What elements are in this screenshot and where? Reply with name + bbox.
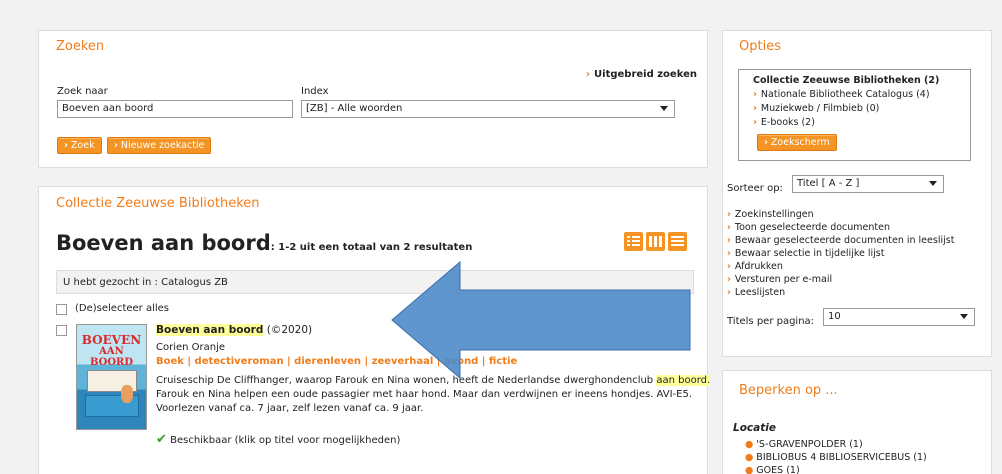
chevron-down-icon: [929, 181, 937, 186]
list-view-icon[interactable]: [624, 232, 643, 251]
book-cover[interactable]: BOEVEN AAN BOORD: [76, 324, 147, 430]
chevron-right-icon: ›: [114, 140, 118, 151]
result-title-link[interactable]: Boeven aan boord: [156, 324, 264, 336]
collections-box: Collectie Zeeuwse Bibliotheken (2) › Nati…: [738, 69, 971, 161]
select-all-checkbox[interactable]: [56, 304, 67, 315]
search-title: Zoeken: [56, 39, 105, 54]
location-heading: Locatie: [733, 422, 776, 434]
option-link[interactable]: › Leeslijsten: [727, 287, 785, 298]
search-screen-button[interactable]: › Zoekscherm: [757, 134, 837, 151]
source-link[interactable]: › Muziekweb / Filmbieb (0): [753, 103, 879, 114]
sort-label: Sorteer op:: [727, 183, 783, 194]
searched-in-bar: U hebt gezocht in : Catalogus ZB: [56, 270, 694, 294]
chevron-right-icon: ›: [727, 274, 731, 285]
limit-title: Beperken op ...: [739, 383, 838, 398]
chevron-right-icon: ›: [727, 248, 731, 259]
search-panel: Zoeken › Uitgebreid zoeken Zoek naar Boev…: [38, 30, 708, 168]
checkmark-icon: ✔: [156, 432, 167, 447]
option-link[interactable]: › Zoekinstellingen: [727, 209, 814, 220]
new-search-button[interactable]: › Nieuwe zoekactie: [107, 137, 212, 154]
options-title: Opties: [739, 39, 781, 54]
chevron-right-icon: ›: [764, 137, 768, 148]
search-button[interactable]: › Zoek: [57, 137, 102, 154]
chevron-right-icon: ›: [727, 287, 731, 298]
option-link[interactable]: › Afdrukken: [727, 261, 783, 272]
cover-title-2: AAN BOORD: [89, 346, 134, 368]
index-select[interactable]: [ZB] - Alle woorden: [301, 100, 675, 118]
bullet-icon: ●: [745, 465, 754, 474]
index-label: Index: [301, 86, 329, 97]
chevron-down-icon: [960, 314, 968, 319]
results-heading: Boeven aan boord: 1-2 uit een totaal van…: [56, 231, 472, 255]
chevron-right-icon: ›: [753, 89, 757, 100]
result-description: Cruiseschip De Cliffhanger, waarop Farou…: [156, 375, 711, 414]
query-label: Zoek naar: [57, 86, 108, 97]
select-all-label: (De)selecteer alles: [75, 303, 170, 314]
chevron-right-icon: ›: [585, 69, 591, 80]
results-panel: Collectie Zeeuwse Bibliotheken Boeven aa…: [38, 186, 711, 474]
bullet-icon: ●: [745, 452, 754, 463]
options-panel: Opties Collectie Zeeuwse Bibliotheken (2…: [722, 30, 992, 357]
option-link[interactable]: › Versturen per e-mail: [727, 274, 832, 285]
compact-view-icon[interactable]: [668, 232, 687, 251]
option-link[interactable]: › Toon geselecteerde documenten: [727, 222, 890, 233]
collection-current: Collectie Zeeuwse Bibliotheken (2): [753, 75, 940, 86]
chevron-right-icon: ›: [727, 235, 731, 246]
location-item[interactable]: ● 'S-GRAVENPOLDER (1): [745, 439, 863, 450]
grid-view-icon[interactable]: [646, 232, 665, 251]
search-input[interactable]: Boeven aan boord: [57, 100, 293, 118]
source-link[interactable]: › E-books (2): [753, 117, 815, 128]
chevron-right-icon: ›: [753, 117, 757, 128]
chevron-right-icon: ›: [727, 222, 731, 233]
per-page-label: Titels per pagina:: [727, 316, 815, 327]
result-checkbox[interactable]: [56, 325, 67, 336]
location-item[interactable]: ● GOES (1): [745, 465, 800, 474]
result-year: (©2020): [266, 324, 313, 336]
per-page-select[interactable]: 10: [823, 308, 975, 326]
chevron-right-icon: ›: [727, 209, 731, 220]
page-title: Boeven aan boord: [56, 231, 271, 255]
sort-select[interactable]: Titel [ A - Z ]: [792, 175, 944, 193]
chevron-right-icon: ›: [753, 103, 757, 114]
chevron-right-icon: ›: [727, 261, 731, 272]
result-tags[interactable]: Boek | detectiveroman | dierenleven | ze…: [156, 356, 517, 367]
chevron-down-icon: [660, 106, 668, 111]
advanced-search-link[interactable]: › Uitgebreid zoeken: [586, 69, 697, 80]
limit-panel: Beperken op ... Locatie ● 'S-GRAVENPOLDER…: [722, 370, 992, 474]
bullet-icon: ●: [745, 439, 754, 450]
availability[interactable]: ✔ Beschikbaar (klik op titel voor mogeli…: [156, 432, 400, 447]
cover-title-1: BOEVEN: [81, 333, 142, 347]
chevron-right-icon: ›: [64, 140, 68, 151]
result-title-line: Boeven aan boord (©2020): [156, 324, 312, 336]
option-link[interactable]: › Bewaar selectie in tijdelijke lijst: [727, 248, 884, 259]
location-item[interactable]: ● BIBLIOBUS 4 BIBLIOSERVICEBUS (1): [745, 452, 927, 463]
result-author[interactable]: Corien Oranje: [156, 342, 225, 353]
option-link[interactable]: › Bewaar geselecteerde documenten in lees…: [727, 235, 954, 246]
source-link[interactable]: › Nationale Bibliotheek Catalogus (4): [753, 89, 930, 100]
results-summary: : 1-2 uit een totaal van 2 resultaten: [270, 242, 473, 253]
collection-title: Collectie Zeeuwse Bibliotheken: [56, 196, 260, 211]
